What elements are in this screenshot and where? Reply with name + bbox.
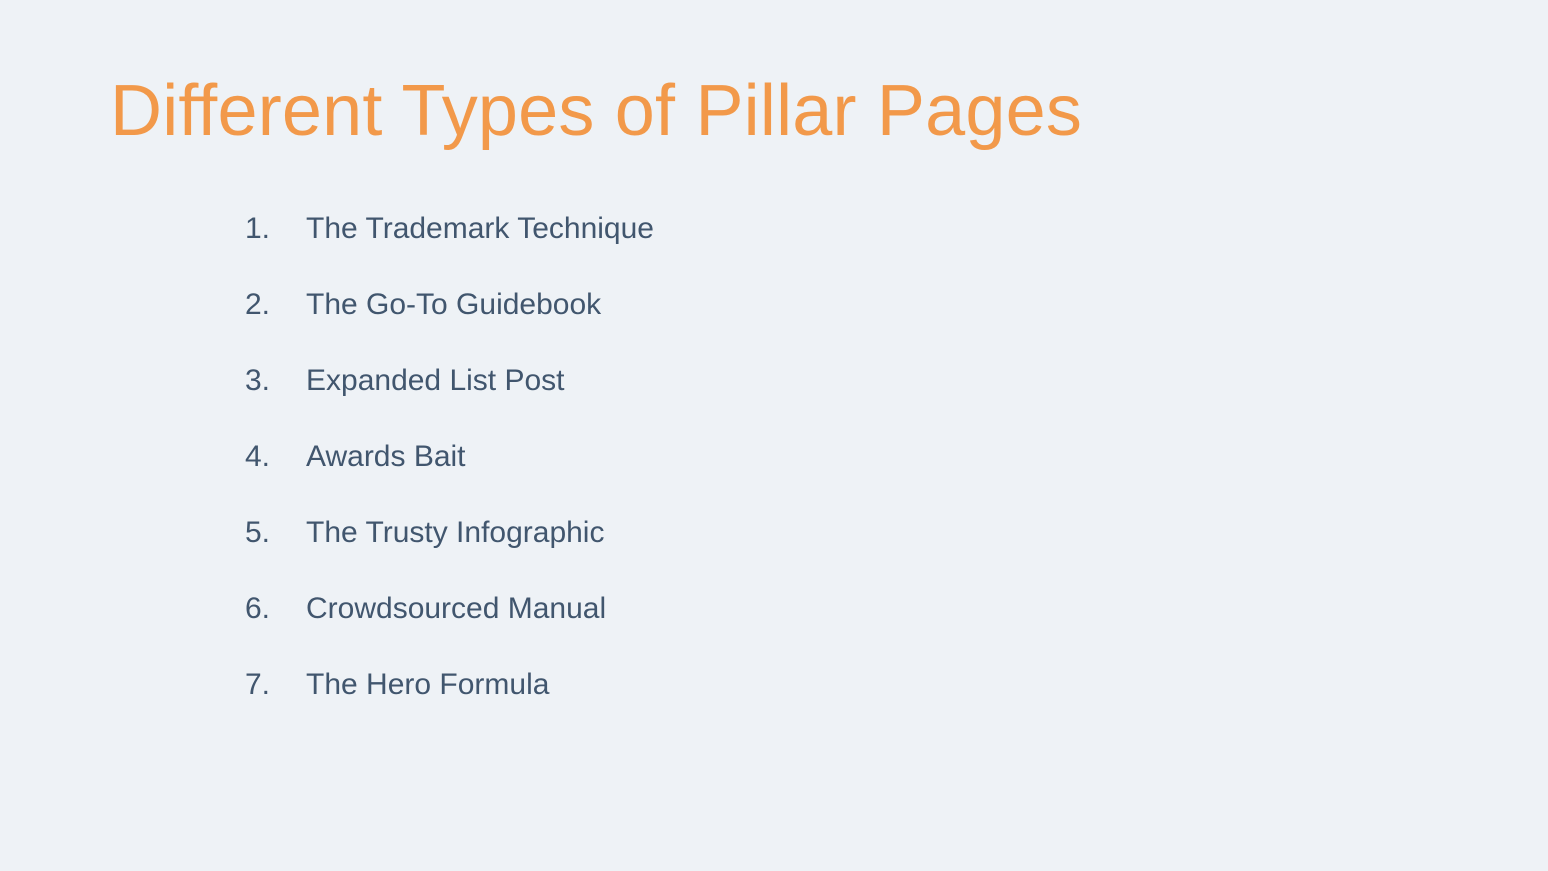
list-number: 4. xyxy=(210,440,270,474)
list-item-text: Expanded List Post xyxy=(306,364,565,398)
list-item: 2. The Go-To Guidebook xyxy=(210,288,1438,322)
list-item: 3. Expanded List Post xyxy=(210,364,1438,398)
list-number: 2. xyxy=(210,288,270,322)
list-item-text: Crowdsourced Manual xyxy=(306,592,606,626)
list-number: 5. xyxy=(210,516,270,550)
list-item: 6. Crowdsourced Manual xyxy=(210,592,1438,626)
list-item-text: The Go-To Guidebook xyxy=(306,288,601,322)
slide: Different Types of Pillar Pages 1. The T… xyxy=(0,0,1548,871)
list-number: 3. xyxy=(210,364,270,398)
list-item-text: Awards Bait xyxy=(306,440,466,474)
list-item-text: The Trademark Technique xyxy=(306,212,654,246)
list-item-text: The Hero Formula xyxy=(306,668,549,702)
list-item: 7. The Hero Formula xyxy=(210,668,1438,702)
list-item: 1. The Trademark Technique xyxy=(210,212,1438,246)
ordered-list: 1. The Trademark Technique 2. The Go-To … xyxy=(210,212,1438,702)
list-number: 7. xyxy=(210,668,270,702)
list-item: 5. The Trusty Infographic xyxy=(210,516,1438,550)
list-number: 1. xyxy=(210,212,270,246)
list-item: 4. Awards Bait xyxy=(210,440,1438,474)
list-item-text: The Trusty Infographic xyxy=(306,516,604,550)
list-number: 6. xyxy=(210,592,270,626)
slide-title: Different Types of Pillar Pages xyxy=(110,70,1438,152)
